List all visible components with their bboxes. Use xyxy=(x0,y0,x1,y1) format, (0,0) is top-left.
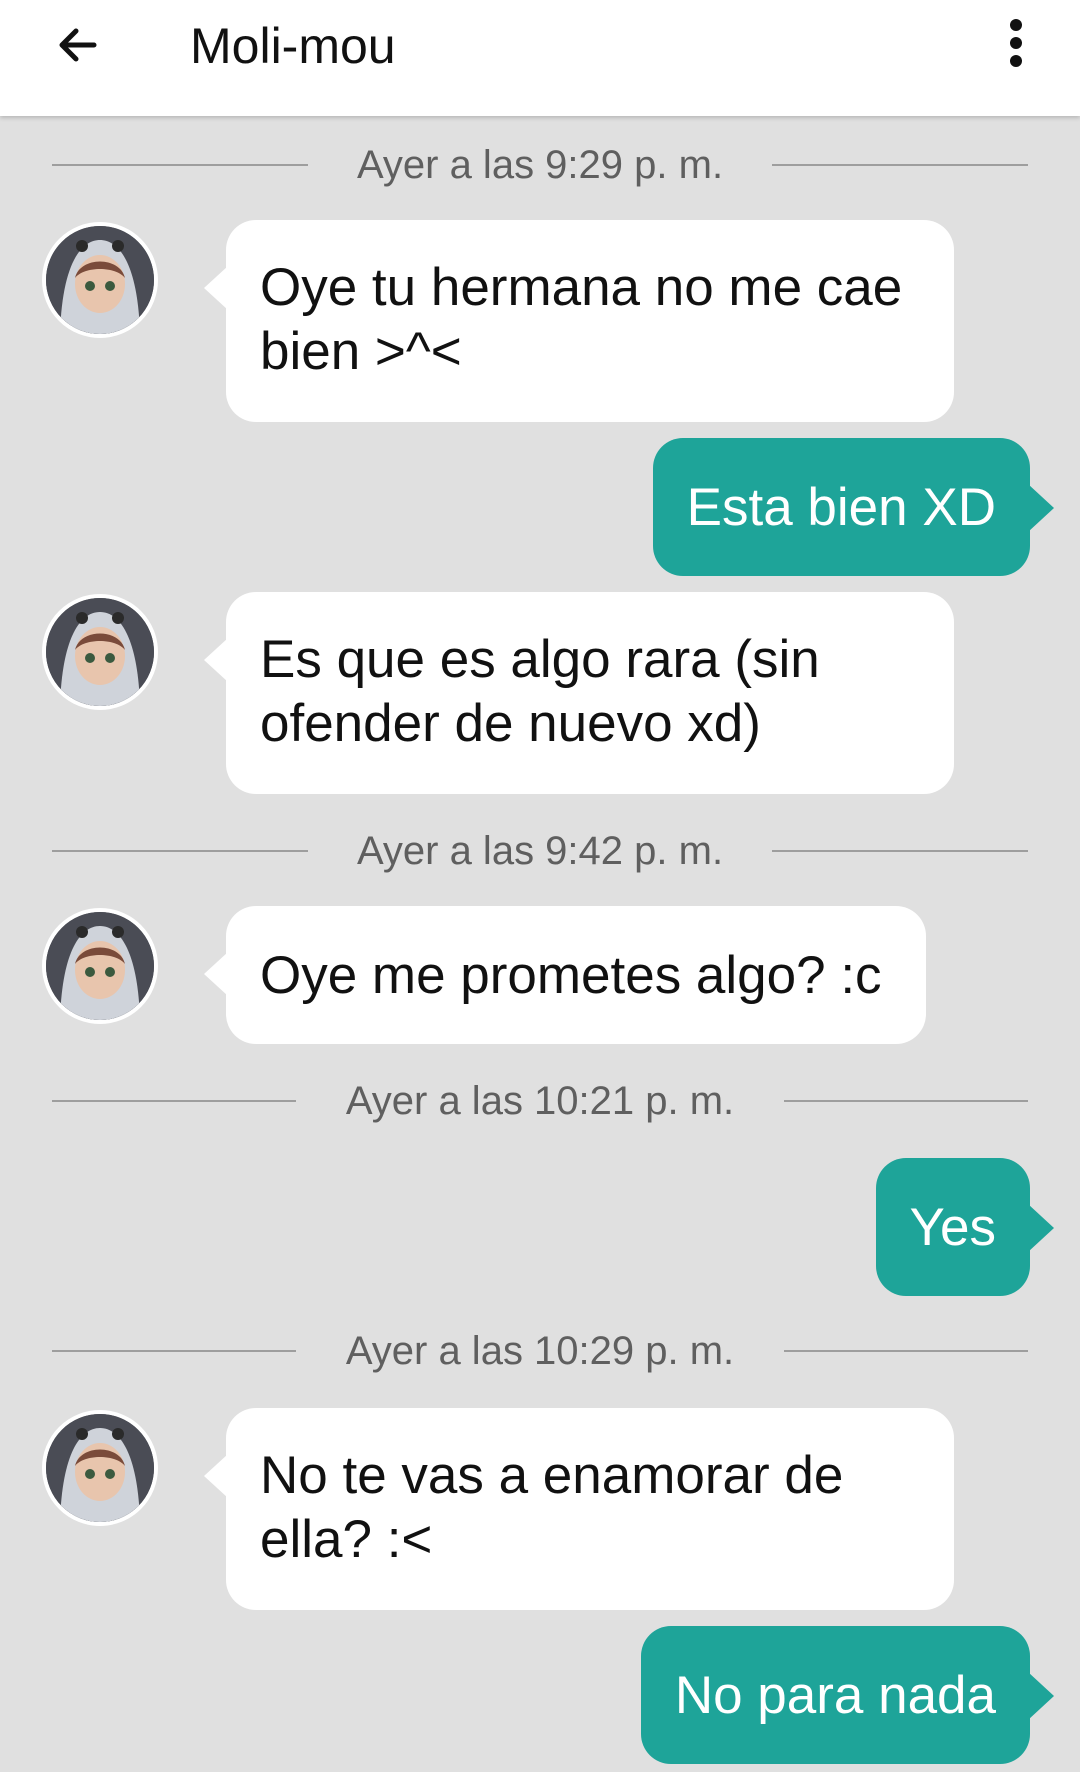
more-vert-icon xyxy=(1010,19,1022,67)
message-text: Esta bien XD xyxy=(686,478,996,537)
avatar-image xyxy=(46,1414,154,1522)
timestamp-separator: Ayer a las 9:42 p. m. xyxy=(52,826,1028,876)
timestamp-separator: Ayer a las 9:29 p. m. xyxy=(52,140,1028,190)
app-bar: Moli-mou xyxy=(0,0,1080,116)
divider-line xyxy=(784,1350,1028,1352)
divider-line xyxy=(784,1100,1028,1102)
avatar-image xyxy=(46,912,154,1020)
contact-avatar[interactable] xyxy=(42,222,158,338)
arrow-back-icon xyxy=(59,28,97,62)
divider-line xyxy=(772,164,1028,166)
message-text: No te vas a enamorar de ella? :< xyxy=(260,1446,844,1569)
message-bubble-sent[interactable]: No para nada xyxy=(640,1626,1055,1764)
more-options-button[interactable] xyxy=(990,18,1042,70)
contact-avatar[interactable] xyxy=(42,1410,158,1526)
message-text: Yes xyxy=(909,1198,996,1257)
timestamp-separator: Ayer a las 10:21 p. m. xyxy=(52,1076,1028,1126)
message-bubble-received[interactable]: Oye tu hermana no me cae bien >^< xyxy=(204,220,954,422)
chat-title[interactable]: Moli-mou xyxy=(190,14,396,78)
message-text: Es que es algo rara (sin ofender de nuev… xyxy=(260,630,820,753)
avatar-image xyxy=(46,226,154,334)
message-bubble-received[interactable]: Oye me prometes algo? :c xyxy=(204,906,926,1044)
message-text: Oye tu hermana no me cae bien >^< xyxy=(260,258,903,381)
back-button[interactable] xyxy=(38,18,110,90)
contact-avatar[interactable] xyxy=(42,908,158,1024)
contact-avatar[interactable] xyxy=(42,594,158,710)
timestamp-separator: Ayer a las 10:29 p. m. xyxy=(52,1326,1028,1376)
message-bubble-received[interactable]: No te vas a enamorar de ella? :< xyxy=(204,1408,954,1610)
divider-line xyxy=(772,850,1028,852)
message-bubble-received[interactable]: Es que es algo rara (sin ofender de nuev… xyxy=(204,592,954,794)
message-bubble-sent[interactable]: Esta bien XD xyxy=(652,438,1055,576)
message-text: Oye me prometes algo? :c xyxy=(260,946,882,1005)
message-bubble-sent[interactable]: Yes xyxy=(875,1158,1055,1296)
avatar-image xyxy=(46,598,154,706)
message-text: No para nada xyxy=(674,1666,996,1725)
